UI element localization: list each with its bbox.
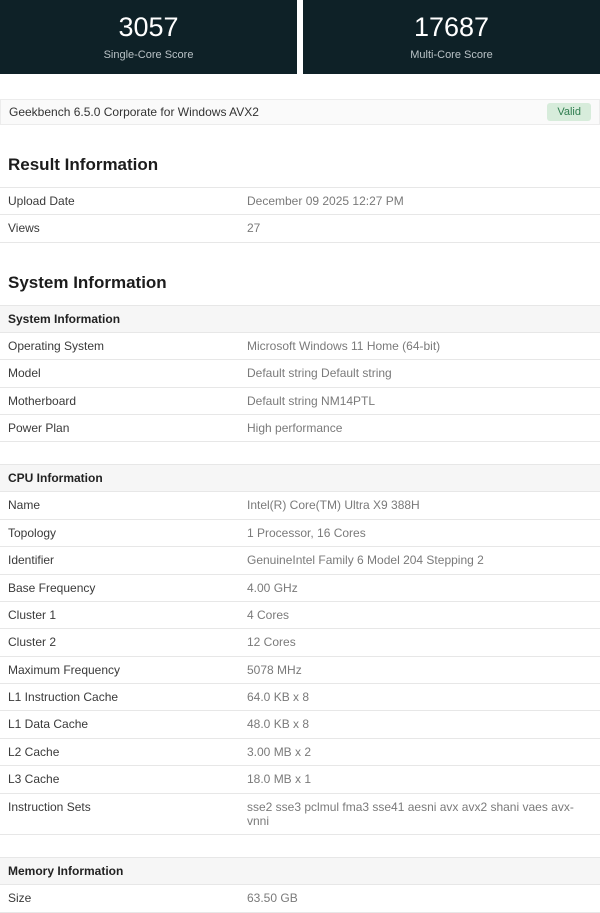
multi-core-score-label: Multi-Core Score xyxy=(410,48,493,61)
row-value: 63.50 GB xyxy=(247,891,298,906)
result-title: Geekbench 6.5.0 Corporate for Windows AV… xyxy=(9,105,259,119)
score-summary: 3057 Single-Core Score 17687 Multi-Core … xyxy=(0,0,600,74)
row-value: 5078 MHz xyxy=(247,662,302,677)
row-value: Intel(R) Core(TM) Ultra X9 388H xyxy=(247,498,420,513)
single-core-score-card: 3057 Single-Core Score xyxy=(0,0,297,74)
info-table: Upload Date December 09 2025 12:27 PM View… xyxy=(0,187,600,243)
section-title: Result Information xyxy=(8,155,159,174)
table-row: Views 27 xyxy=(0,215,600,243)
row-label: Cluster 2 xyxy=(8,635,57,650)
row-label: Instruction Sets xyxy=(8,799,91,814)
row-label: Motherboard xyxy=(8,393,77,408)
table-row: Power Plan High performance xyxy=(0,415,600,443)
valid-badge: Valid xyxy=(547,102,591,122)
row-label: Power Plan xyxy=(8,420,70,435)
multi-core-score-value: 17687 xyxy=(413,12,490,43)
row-label: L3 Cache xyxy=(8,772,60,787)
row-label: L2 Cache xyxy=(8,744,60,759)
row-label: Identifier xyxy=(8,553,55,568)
row-value: 1 Processor, 16 Cores xyxy=(247,525,366,540)
table-subheader: CPU Information xyxy=(0,465,600,493)
table-row: Motherboard Default string NM14PTL xyxy=(0,388,600,415)
row-value: Default string NM14PTL xyxy=(247,393,376,408)
row-label: Topology xyxy=(8,525,57,540)
table-row: Cluster 1 4 Cores xyxy=(0,602,600,630)
table-row: Cluster 2 12 Cores xyxy=(0,629,600,657)
multi-core-score-card: 17687 Multi-Core Score xyxy=(303,0,600,74)
section-title: System Information xyxy=(8,272,167,292)
row-value: Default string Default string xyxy=(247,366,392,381)
row-value: 4 Cores xyxy=(247,607,290,622)
table-row: Model Default string Default string xyxy=(0,360,600,388)
table-row: L2 Cache 3.00 MB x 2 xyxy=(0,739,600,767)
row-label: Model xyxy=(8,366,41,381)
table-subheader: System Information xyxy=(0,305,600,333)
table-row: Instruction Sets sse2 sse3 pclmul fma3 ss… xyxy=(0,794,600,836)
table-row: Maximum Frequency 5078 MHz xyxy=(0,657,600,685)
table-row: Base Frequency 4.00 GHz xyxy=(0,575,600,602)
result-sections: Result Information Upload Date December 09… xyxy=(0,155,600,913)
row-value: High performance xyxy=(247,420,343,435)
row-value: December 09 2025 12:27 PM xyxy=(247,194,404,208)
info-table: System Information Operating System Micros… xyxy=(0,304,600,443)
row-label: Views xyxy=(8,221,40,236)
row-value: 3.00 MB x 2 xyxy=(247,744,312,759)
row-label: Name xyxy=(8,498,41,513)
row-value: 18.0 MB x 1 xyxy=(247,772,312,787)
table-row: Topology 1 Processor, 16 Cores xyxy=(0,520,600,548)
row-label: Upload Date xyxy=(8,194,75,208)
table-row: Name Intel(R) Core(TM) Ultra X9 388H xyxy=(0,492,600,520)
row-label: Base Frequency xyxy=(8,580,96,595)
table-subheader: Memory Information xyxy=(0,858,600,886)
section-system-information: System Information System Information Oper… xyxy=(0,273,600,913)
row-value: 27 xyxy=(247,221,261,236)
row-value: 12 Cores xyxy=(247,635,296,650)
table-row: Identifier GenuineIntel Family 6 Model 20… xyxy=(0,547,600,575)
row-value: Microsoft Windows 11 Home (64-bit) xyxy=(247,338,441,353)
row-label: L1 Data Cache xyxy=(8,717,89,732)
row-value: 64.0 KB x 8 xyxy=(247,690,310,705)
geekbench-result-page: 3057 Single-Core Score 17687 Multi-Core … xyxy=(0,0,600,913)
row-label: Cluster 1 xyxy=(8,607,57,622)
section-result-information: Result Information Upload Date December 09… xyxy=(0,155,600,243)
table-row: L3 Cache 18.0 MB x 1 xyxy=(0,766,600,794)
row-value: sse2 sse3 pclmul fma3 sse41 aesni avx av… xyxy=(247,799,574,829)
row-value: 48.0 KB x 8 xyxy=(247,717,310,732)
row-label: Size xyxy=(8,891,32,906)
row-label: Maximum Frequency xyxy=(8,662,121,677)
table-row: L1 Data Cache 48.0 KB x 8 xyxy=(0,711,600,739)
info-table: Memory Information Size 63.50 GB xyxy=(0,857,600,913)
table-row: Size 63.50 GB xyxy=(0,885,600,913)
result-title-bar: Geekbench 6.5.0 Corporate for Windows AV… xyxy=(0,99,600,125)
row-label: Operating System xyxy=(8,338,105,353)
row-value: GenuineIntel Family 6 Model 204 Stepping… xyxy=(247,553,484,568)
table-row: Operating System Microsoft Windows 11 Hom… xyxy=(0,333,600,361)
info-table: CPU Information Name Intel(R) Core(TM) Ult… xyxy=(0,464,600,836)
single-core-score-value: 3057 xyxy=(118,12,179,43)
table-row: Upload Date December 09 2025 12:27 PM xyxy=(0,188,600,216)
single-core-score-label: Single-Core Score xyxy=(103,48,194,61)
table-row: L1 Instruction Cache 64.0 KB x 8 xyxy=(0,684,600,712)
row-value: 4.00 GHz xyxy=(247,580,298,595)
row-label: L1 Instruction Cache xyxy=(8,690,119,705)
